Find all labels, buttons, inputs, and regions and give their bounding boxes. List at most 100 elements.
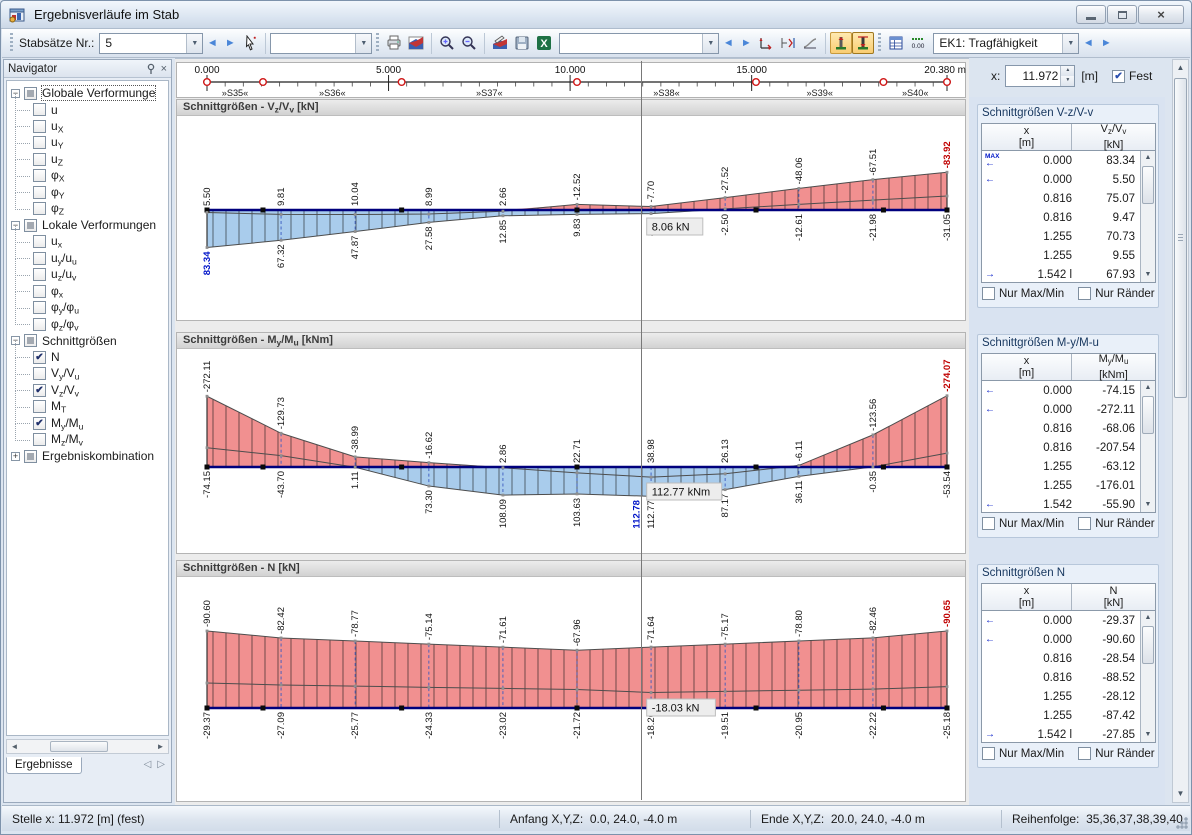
tree-item-label[interactable]: Ergebniskombination <box>42 449 154 463</box>
tree-checkbox[interactable] <box>33 252 46 265</box>
zoom-in-button[interactable] <box>436 32 458 54</box>
nur-maxmin-checkbox[interactable] <box>982 747 995 760</box>
scroll-down-icon[interactable]: ▼ <box>1173 786 1188 802</box>
tree-checkbox[interactable] <box>24 450 37 463</box>
scroll-down-icon[interactable]: ▼ <box>1141 498 1155 512</box>
tree-checkbox[interactable] <box>33 318 46 331</box>
tree-item[interactable]: φz/φv <box>7 316 168 333</box>
scroll-up-icon[interactable]: ▲ <box>1141 611 1155 625</box>
show-results-toggle-1[interactable] <box>830 32 852 54</box>
nur-raender-checkbox[interactable] <box>1078 747 1091 760</box>
ruler[interactable]: 0.0005.00010.00015.00020.380 m»S35«»S36«… <box>176 62 966 98</box>
table-row[interactable]: MAX←0.00083.34 <box>982 151 1140 170</box>
dropdown-arrow-icon[interactable]: ▼ <box>186 34 202 53</box>
tree-item-label[interactable]: MT <box>51 399 66 414</box>
tree-checkbox[interactable] <box>33 268 46 281</box>
tree-checkbox[interactable] <box>33 153 46 166</box>
tree-item-label[interactable]: φy/φu <box>51 300 79 315</box>
tree-item-label[interactable]: ux <box>51 234 62 249</box>
tree-item-label[interactable]: u <box>51 103 58 117</box>
table-row[interactable]: 1.255-28.12 <box>982 687 1140 706</box>
table-row[interactable]: 0.816-68.06 <box>982 419 1140 438</box>
scroll-up-icon[interactable]: ▲ <box>1173 60 1188 76</box>
extreme-values-button[interactable] <box>777 32 799 54</box>
tree-item-label[interactable]: Vy/Vu <box>51 366 79 381</box>
tree-item-label[interactable]: uz/uv <box>51 267 76 282</box>
tree-item[interactable]: Vy/Vu <box>7 366 168 383</box>
restore-button[interactable] <box>1107 5 1137 24</box>
table-scrollbar[interactable]: ▲▼ <box>1140 381 1155 512</box>
table-row[interactable]: ←0.0005.50 <box>982 170 1140 189</box>
tree-checkbox[interactable]: ✔ <box>33 417 46 430</box>
table-scrollbar[interactable]: ▲▼ <box>1140 611 1155 742</box>
previous-load-case-button[interactable]: ◄ <box>1079 32 1097 54</box>
previous-position-button[interactable]: ◄ <box>719 32 737 54</box>
table-row[interactable]: 0.816-28.54 <box>982 649 1140 668</box>
tree-item[interactable]: MT <box>7 399 168 416</box>
tree-item-label[interactable]: Schnittgrößen <box>42 334 117 348</box>
tree-checkbox[interactable] <box>33 103 46 116</box>
secondary-combo[interactable]: ▼ <box>270 33 372 54</box>
table-row[interactable]: ←1.542-55.90 <box>982 495 1140 514</box>
tree-item[interactable]: −Schnittgrößen <box>7 333 168 350</box>
pick-member-button[interactable] <box>239 32 261 54</box>
tree-item-label[interactable]: uZ <box>51 152 63 167</box>
panel-vscrollbar[interactable]: ▲ ▼ <box>1172 59 1189 803</box>
tree-checkbox[interactable] <box>33 433 46 446</box>
table-row[interactable]: 0.816-207.54 <box>982 438 1140 457</box>
tree-item-label[interactable]: Mz/Mv <box>51 432 83 447</box>
table-row[interactable]: 0.81675.07 <box>982 189 1140 208</box>
tree-item-label[interactable]: N <box>51 350 60 364</box>
title-bar[interactable]: Ergebnisverläufe im Stab × <box>1 1 1191 29</box>
member-set-combo[interactable]: 5 ▼ <box>99 33 203 54</box>
zoom-out-button[interactable] <box>458 32 480 54</box>
tree-checkbox[interactable] <box>33 301 46 314</box>
tree-item-label[interactable]: φX <box>51 168 65 183</box>
tree-item[interactable]: φx <box>7 283 168 300</box>
load-case-combo[interactable]: EK1: Tragfähigkeit ▼ <box>933 33 1079 54</box>
table-row[interactable]: 1.255-63.12 <box>982 457 1140 476</box>
next-member-button[interactable]: ► <box>221 32 239 54</box>
table-row[interactable]: ←0.000-29.37 <box>982 611 1140 630</box>
scroll-up-icon[interactable]: ▲ <box>1141 381 1155 395</box>
scroll-thumb[interactable] <box>1142 626 1154 664</box>
tree-item[interactable]: uZ <box>7 151 168 168</box>
nur-maxmin-checkbox[interactable] <box>982 517 995 530</box>
resize-grip[interactable] <box>1176 817 1188 829</box>
show-results-toggle-2[interactable] <box>852 32 874 54</box>
table-row[interactable]: ←0.000-90.60 <box>982 630 1140 649</box>
table-row[interactable]: ←0.000-272.11 <box>982 400 1140 419</box>
spin-up-icon[interactable]: ▲ <box>1061 66 1074 76</box>
tree-item-label[interactable]: φx <box>51 284 63 299</box>
tree-checkbox[interactable] <box>33 285 46 298</box>
tree-item[interactable]: uY <box>7 135 168 152</box>
tree-item[interactable]: −Lokale Verformungen <box>7 217 168 234</box>
table-row[interactable]: ←0.000-74.15 <box>982 381 1140 400</box>
tree-checkbox[interactable] <box>33 136 46 149</box>
close-button[interactable]: × <box>1138 5 1184 24</box>
next-position-button[interactable]: ► <box>737 32 755 54</box>
tab-scroll-right-icon[interactable]: ▷ <box>157 759 165 770</box>
tree-item-label[interactable]: uX <box>51 119 63 134</box>
smooth-diagram-button[interactable] <box>799 32 821 54</box>
tree-item-label[interactable]: φz/φv <box>51 317 79 332</box>
tree-item[interactable]: ✔Vz/Vv <box>7 382 168 399</box>
print-button[interactable] <box>383 32 405 54</box>
tree-item-label[interactable]: φZ <box>51 201 64 216</box>
navigator-hscrollbar[interactable]: ◄ ► <box>6 739 169 754</box>
scroll-left-icon[interactable]: ◄ <box>7 742 22 751</box>
tree-item[interactable]: uz/uv <box>7 267 168 284</box>
scroll-down-icon[interactable]: ▼ <box>1141 268 1155 282</box>
tree-item[interactable]: ux <box>7 234 168 251</box>
tree-item-label[interactable]: Lokale Verformungen <box>42 218 156 232</box>
tree-item[interactable]: ✔My/Mu <box>7 415 168 432</box>
print-graphic-button[interactable] <box>405 32 427 54</box>
chart-plot-2[interactable]: -90.60-29.37-82.42-27.09-78.77-25.77-75.… <box>177 577 967 802</box>
x-position-spinner[interactable]: 11.972 ▲▼ <box>1005 65 1075 87</box>
tree-item[interactable]: uy/uu <box>7 250 168 267</box>
tree-item[interactable]: −Globale Verformunge <box>7 85 168 102</box>
tree-item-label[interactable]: uy/uu <box>51 251 77 266</box>
dropdown-arrow-icon[interactable]: ▼ <box>702 34 718 53</box>
edit-diagram-button[interactable] <box>489 32 511 54</box>
decimal-places-button[interactable]: 0.00 <box>907 32 929 54</box>
